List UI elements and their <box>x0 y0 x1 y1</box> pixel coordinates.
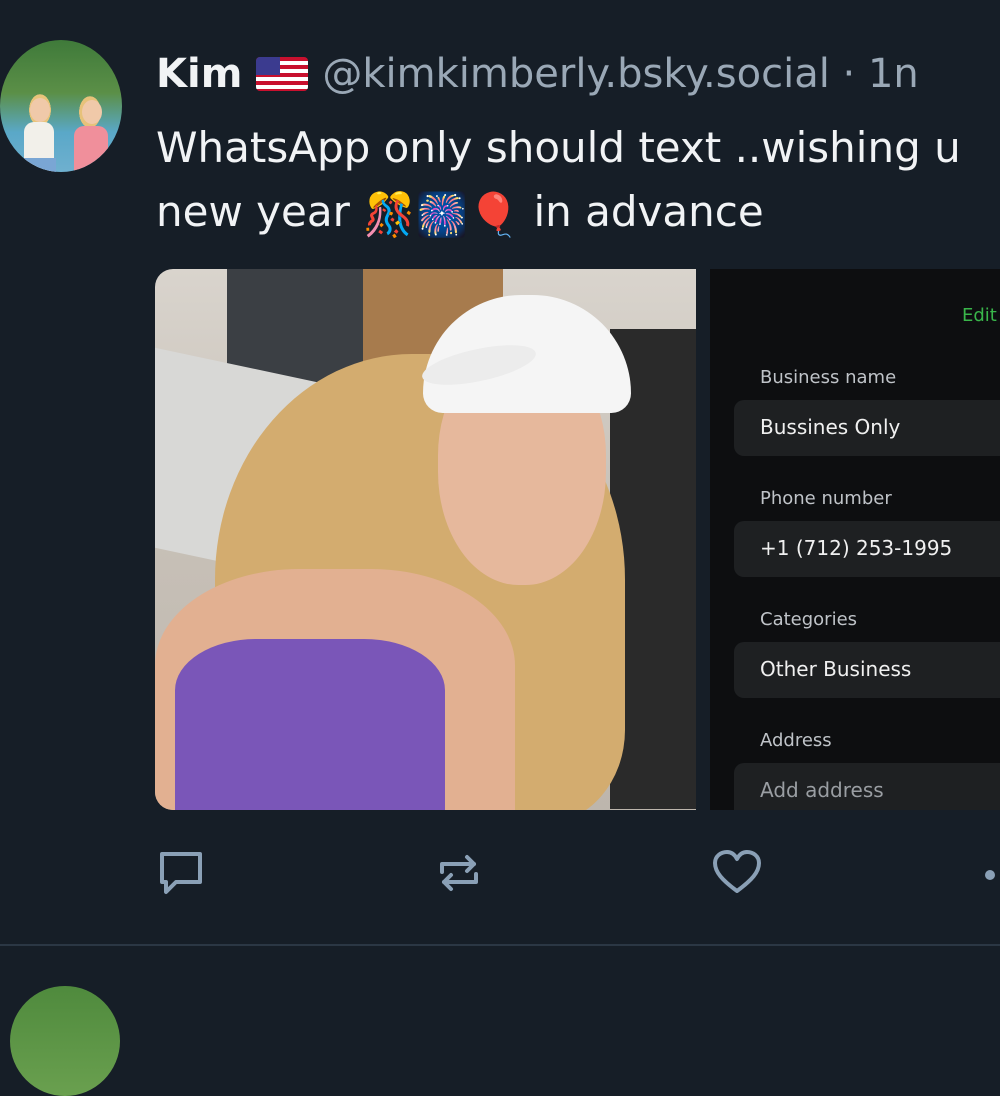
author-avatar[interactable] <box>0 40 122 172</box>
next-post-avatar[interactable] <box>10 986 120 1096</box>
post-text-in-advance: in advance <box>533 187 764 236</box>
phone-number-label: Phone number <box>760 488 892 509</box>
photo-purple-top <box>175 639 445 810</box>
categories-field[interactable]: Other Business <box>734 642 1000 698</box>
avatar-person-jeans <box>22 158 56 172</box>
categories-label: Categories <box>760 609 858 630</box>
business-name-label: Business name <box>760 367 897 388</box>
phone-number-value: +1 (712) 253-1995 <box>760 536 953 560</box>
post-screenshot[interactable]: Edit Business name Bussines Only Phone n… <box>710 269 1000 810</box>
like-icon[interactable] <box>712 848 762 898</box>
business-name-field[interactable]: Bussines Only <box>734 400 1000 456</box>
post-divider <box>0 944 1000 946</box>
business-name-value: Bussines Only <box>760 415 901 439</box>
edit-link[interactable]: Edit <box>962 305 997 326</box>
post-text: WhatsApp only should text ..wishing u ne… <box>156 116 961 247</box>
avatar-person-face <box>30 98 50 122</box>
balloon-icon: 🎈 <box>467 189 521 239</box>
address-field[interactable]: Add address <box>734 763 1000 810</box>
reply-icon[interactable] <box>156 848 206 898</box>
address-placeholder: Add address <box>760 778 884 802</box>
categories-value: Other Business <box>760 657 912 681</box>
confetti-ball-icon: 🎊 <box>363 189 416 239</box>
post-actions <box>0 848 1000 898</box>
post-time[interactable]: · 1n <box>843 51 919 97</box>
repost-icon[interactable] <box>434 848 484 898</box>
post-photo[interactable] <box>155 269 696 810</box>
phone-number-field[interactable]: +1 (712) 253-1995 <box>734 521 1000 577</box>
us-flag-icon <box>256 57 309 91</box>
more-icon[interactable] <box>985 870 995 880</box>
post-header: Kim @kimkimberly.bsky.social · 1n <box>156 50 919 98</box>
avatar-person-face <box>82 100 102 124</box>
avatar-person-outfit <box>74 126 108 172</box>
post-text-new-year: new year <box>156 187 350 236</box>
address-label: Address <box>760 730 832 751</box>
fireworks-icon: 🎆 <box>415 189 468 239</box>
post-text-line-1: WhatsApp only should text ..wishing u <box>156 123 961 172</box>
post-text-line-2: new year 🎊🎆🎈 in advance <box>156 180 961 247</box>
author-name[interactable]: Kim <box>156 51 242 97</box>
author-handle[interactable]: @kimkimberly.bsky.social <box>322 51 829 97</box>
